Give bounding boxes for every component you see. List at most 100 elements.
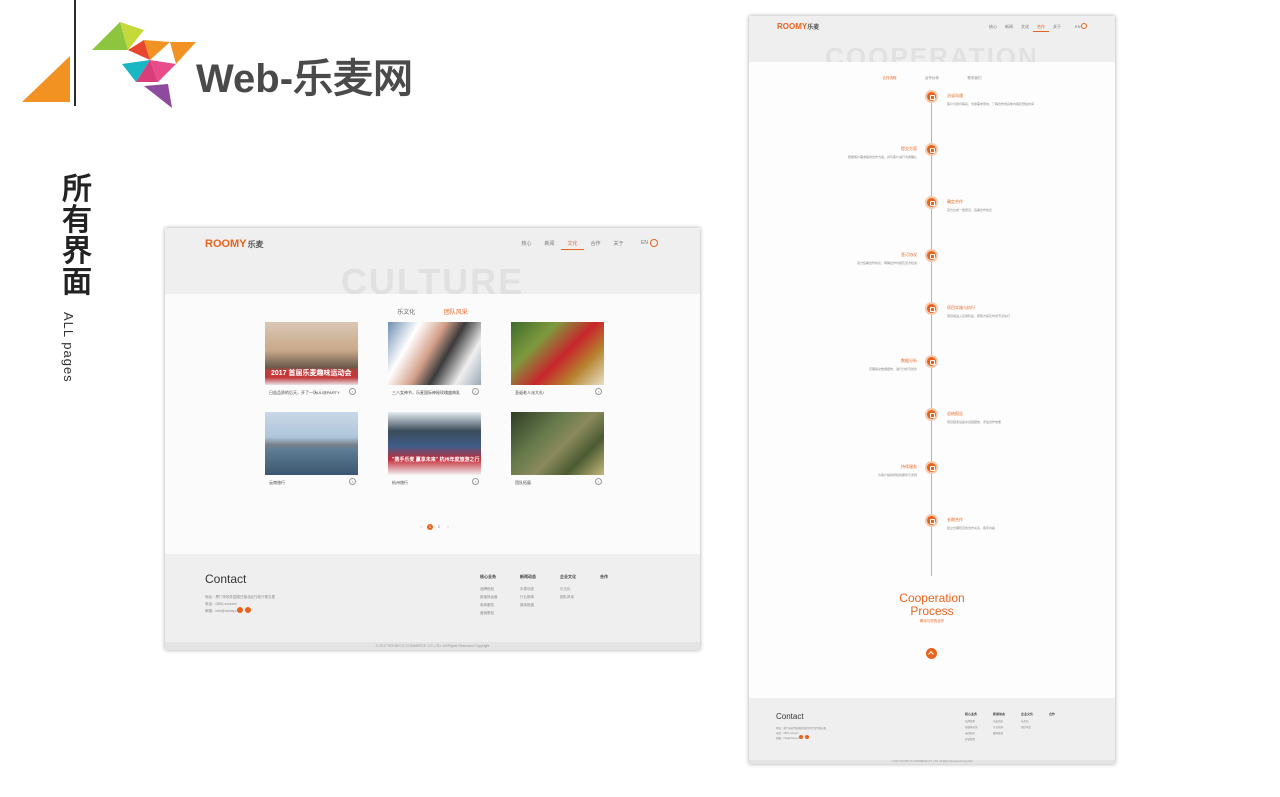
nav-item-cooperation[interactable]: 合作 bbox=[1033, 24, 1049, 32]
tab-contact[interactable]: 联系我们 bbox=[967, 76, 981, 80]
footer-column: 企业文化 乐文化 团队风采 bbox=[1021, 712, 1049, 743]
brand-divider bbox=[74, 0, 76, 106]
timeline-step: 确定合作 双方达成一致意见，签署合作协议 bbox=[749, 196, 1115, 226]
pager-next[interactable]: › bbox=[445, 524, 451, 530]
tab-le-culture[interactable]: 乐文化 bbox=[397, 310, 415, 316]
cooperation-tabs: 合作流程 合作伙伴 联系我们 bbox=[749, 66, 1115, 84]
nav-item-cooperation[interactable]: 合作 bbox=[584, 240, 607, 250]
process-subtitle: 期待与您的合作 bbox=[919, 619, 945, 623]
culture-card[interactable]: 三八女神节，乐麦国际神秘玫瑰盛典乳 › bbox=[388, 322, 481, 400]
footer-link[interactable]: 团队风采 bbox=[560, 593, 600, 601]
culture-card[interactable]: "携手乐麦 赢享未来" 杭州年度旅游之行 杭州旅行 › bbox=[388, 412, 481, 490]
weibo-icon[interactable] bbox=[237, 607, 243, 613]
tab-team-style[interactable]: 团队风采 bbox=[444, 310, 468, 316]
chevron-right-icon[interactable]: › bbox=[472, 388, 479, 395]
nav-item-core[interactable]: 核心 bbox=[515, 240, 538, 250]
step-icon bbox=[925, 249, 938, 262]
timeline-step: 数据分析 定期提交数据报告，进行分析与优化 bbox=[749, 355, 1115, 385]
culture-banner-text: CULTURE bbox=[340, 262, 525, 294]
chevron-right-icon[interactable]: › bbox=[595, 388, 602, 395]
footer-column: 新闻动态 乐麦动态 行业新闻 媒体报道 bbox=[520, 574, 560, 617]
timeline-step: 洽谈沟通 客户与我们联系，沟通需求意向，了解合作的具体内容及预估时间 bbox=[749, 90, 1115, 120]
cooperation-logo[interactable]: ROOMY乐麦 bbox=[777, 22, 819, 31]
timeline-step: 持续服务 为客户提供持续的服务与支持 bbox=[749, 461, 1115, 491]
chevron-right-icon[interactable]: › bbox=[349, 388, 356, 395]
cooperation-page-mockup: ROOMY乐麦 核心 新闻 文化 合作 关于 EN COOPERATION 合作… bbox=[749, 16, 1115, 764]
language-switch[interactable]: EN bbox=[641, 240, 648, 246]
pager-prev[interactable]: ‹ bbox=[418, 524, 424, 530]
footer-columns: 核心业务 品牌规划 新媒体运营 电商服务 营销策划 新闻动态 乐麦动态 行业新闻… bbox=[965, 712, 1077, 743]
tab-process[interactable]: 合作流程 bbox=[883, 76, 897, 80]
footer-link[interactable]: 乐文化 bbox=[560, 585, 600, 593]
footer-link[interactable]: 团队风采 bbox=[1021, 725, 1049, 731]
step-icon bbox=[925, 196, 938, 209]
nav-item-culture[interactable]: 文化 bbox=[561, 240, 584, 250]
step-icon bbox=[925, 461, 938, 474]
footer-link[interactable]: 媒体报道 bbox=[520, 601, 560, 609]
culture-card[interactable]: 圣诞老人派大礼! › bbox=[511, 322, 604, 400]
language-switch[interactable]: EN bbox=[1075, 24, 1081, 29]
footer-address: 地址：厦门市软件园观日路北区行政厅楼五楼 电话：0592-xxxxxxx 邮箱：… bbox=[776, 727, 827, 740]
side-subtitle-wrap: ALL pages bbox=[60, 312, 80, 392]
timeline-step: 长期合作 建立长期稳定的合作关系，携手共赢 bbox=[749, 514, 1115, 544]
footer-link[interactable]: 品牌规划 bbox=[480, 585, 520, 593]
footer-link[interactable]: 媒体报道 bbox=[993, 731, 1021, 737]
weibo-icon[interactable] bbox=[799, 735, 803, 739]
nav-item-core[interactable]: 核心 bbox=[985, 24, 1001, 32]
card-caption: 云南旅行 bbox=[269, 480, 285, 485]
cooperation-banner-text: COOPERATION bbox=[825, 42, 1039, 62]
wechat-icon[interactable] bbox=[805, 735, 809, 739]
timeline-step: 提交方案 根据客户需求提供合作方案，并与客户进行沟通确认 bbox=[749, 143, 1115, 173]
pagination: ‹ 1 2 › bbox=[418, 524, 451, 530]
culture-tabs: 乐文化 团队风采 bbox=[165, 301, 700, 319]
chevron-right-icon[interactable]: › bbox=[595, 478, 602, 485]
card-photo: "携手乐麦 赢享未来" 杭州年度旅游之行 bbox=[388, 412, 481, 475]
side-subtitle: ALL pages bbox=[61, 312, 76, 383]
culture-card[interactable]: 2017 首届乐麦趣味运动会 日益品质的后天，开了一场UU派PARTY › bbox=[265, 322, 358, 400]
footer-link[interactable]: 营销策划 bbox=[480, 609, 520, 617]
footer-link[interactable]: 新媒体运营 bbox=[480, 593, 520, 601]
footer-columns: 核心业务 品牌规划 新媒体运营 电商服务 营销策划 新闻动态 乐麦动态 行业新闻… bbox=[480, 574, 640, 617]
footer-link[interactable]: 营销策划 bbox=[965, 737, 993, 743]
culture-logo[interactable]: ROOMY乐麦 bbox=[205, 238, 264, 250]
footer-column: 核心业务 品牌规划 新媒体运营 电商服务 营销策划 bbox=[480, 574, 520, 617]
pager-page-2[interactable]: 2 bbox=[436, 524, 442, 530]
footer-link[interactable]: 乐麦动态 bbox=[520, 585, 560, 593]
footer-column: 合作 bbox=[1049, 712, 1056, 716]
step-icon bbox=[925, 408, 938, 421]
footer-social bbox=[237, 607, 251, 613]
chevron-right-icon[interactable]: › bbox=[349, 478, 356, 485]
chevron-right-icon[interactable]: › bbox=[472, 478, 479, 485]
brand-title: Web-乐麦网 bbox=[196, 57, 414, 101]
nav-item-news[interactable]: 新闻 bbox=[1001, 24, 1017, 32]
card-caption: 日益品质的后天，开了一场UU派PARTY bbox=[269, 390, 340, 395]
card-photo bbox=[265, 412, 358, 475]
card-caption: 圣诞老人派大礼! bbox=[515, 390, 545, 395]
wechat-icon[interactable] bbox=[245, 607, 251, 613]
footer-link[interactable]: 电商服务 bbox=[480, 601, 520, 609]
card-photo bbox=[511, 412, 604, 475]
culture-card[interactable]: 云南旅行 › bbox=[265, 412, 358, 490]
step-icon bbox=[925, 143, 938, 156]
cooperation-footer: Contact 地址：厦门市软件园观日路北区行政厅楼五楼 电话：0592-xxx… bbox=[749, 698, 1115, 764]
culture-header: ROOMY乐麦 核心 新闻 文化 合作 关于 EN CULTURE bbox=[165, 228, 700, 294]
pinwheel-logo-icon bbox=[92, 22, 196, 108]
back-to-top-icon[interactable] bbox=[926, 648, 937, 659]
footer-link[interactable]: 行业新闻 bbox=[520, 593, 560, 601]
pager-page-1[interactable]: 1 bbox=[427, 524, 433, 530]
nav-item-about[interactable]: 关于 bbox=[1049, 24, 1065, 32]
culture-footer: Contact 地址：厦门市软件园观日路北区行政厅楼五楼 电话：0592-xxx… bbox=[165, 554, 700, 650]
cooperation-header: ROOMY乐麦 核心 新闻 文化 合作 关于 EN COOPERATION bbox=[749, 16, 1115, 62]
search-icon[interactable] bbox=[1081, 23, 1087, 29]
cooperation-nav: 核心 新闻 文化 合作 关于 bbox=[985, 24, 1065, 32]
footer-copyright: © 2017 ROOMY E-COMMERCE CO.,LTD. All Rig… bbox=[165, 642, 700, 650]
tab-partners[interactable]: 合作伙伴 bbox=[925, 76, 939, 80]
nav-item-about[interactable]: 关于 bbox=[607, 240, 630, 250]
footer-copyright: © 2017 ROOMY E-COMMERCE CO.,LTD. All Rig… bbox=[749, 760, 1115, 764]
side-title: 所有界面 bbox=[62, 173, 92, 299]
culture-card[interactable]: 团队拓展 › bbox=[511, 412, 604, 490]
search-icon[interactable] bbox=[650, 239, 658, 247]
nav-item-culture[interactable]: 文化 bbox=[1017, 24, 1033, 32]
nav-item-news[interactable]: 新闻 bbox=[538, 240, 561, 250]
card-photo bbox=[388, 322, 481, 385]
